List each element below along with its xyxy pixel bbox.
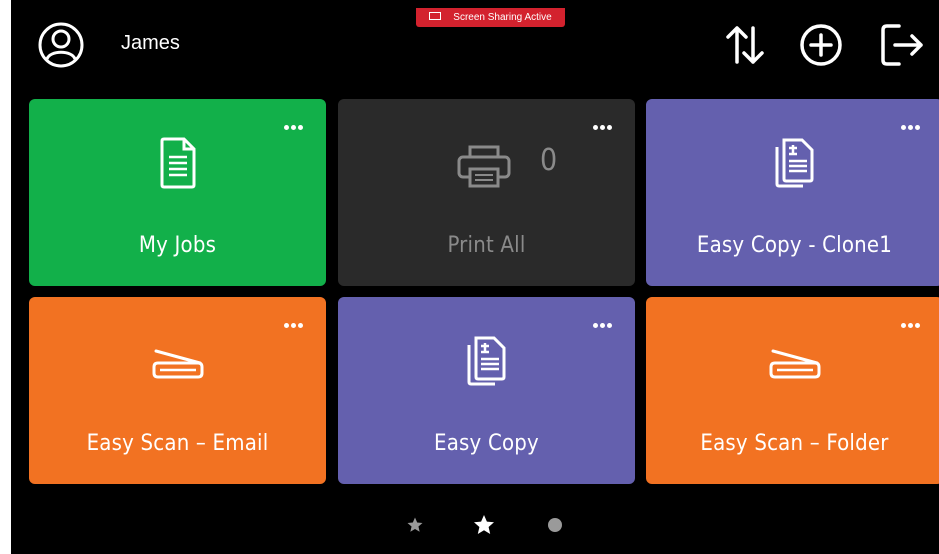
more-options-icon[interactable] [284,115,308,130]
tile-easy-scan-folder[interactable]: Easy Scan – Folder [646,297,939,484]
user-avatar-icon[interactable] [37,21,85,69]
print-count: 0 [540,143,558,178]
tile-easy-scan-email[interactable]: Easy Scan – Email [29,297,326,484]
page-indicator [0,510,939,538]
more-options-icon[interactable] [593,313,617,328]
tile-label: Easy Scan – Email [86,431,269,456]
scanner-icon [152,349,203,379]
tile-label: Easy Scan – Folder [700,431,889,456]
document-icon [160,137,195,189]
user-name: James [121,32,180,54]
page-dot-star-active-icon[interactable] [472,513,496,537]
tile-easy-copy-clone1[interactable]: Easy Copy - Clone1 [646,99,939,286]
tile-label: Print All [447,233,526,258]
tile-print-all[interactable]: 0 Print All [338,99,635,286]
logout-icon[interactable] [879,22,925,68]
left-edge-strip [0,0,11,554]
printer-icon [457,145,511,188]
page-dot-circle-icon[interactable] [547,517,563,533]
tile-label: Easy Copy [434,431,539,456]
scanner-icon [769,349,820,379]
sort-arrows-icon[interactable] [722,22,768,68]
screen-share-icon [429,12,442,21]
plus-circle-icon[interactable] [798,22,844,68]
more-options-icon[interactable] [901,313,925,328]
copy-icon [775,138,813,188]
page-dot-star-icon[interactable] [406,516,424,534]
tile-label: Easy Copy - Clone1 [696,233,893,258]
screen-sharing-banner: Screen Sharing Active [416,8,565,27]
tile-easy-copy[interactable]: Easy Copy [338,297,635,484]
copy-icon [467,336,505,386]
tile-label: My Jobs [138,233,217,258]
tile-my-jobs[interactable]: My Jobs [29,99,326,286]
more-options-icon[interactable] [593,115,617,130]
more-options-icon[interactable] [284,313,308,328]
more-options-icon[interactable] [901,115,925,130]
screen-sharing-text: Screen Sharing Active [453,12,552,23]
